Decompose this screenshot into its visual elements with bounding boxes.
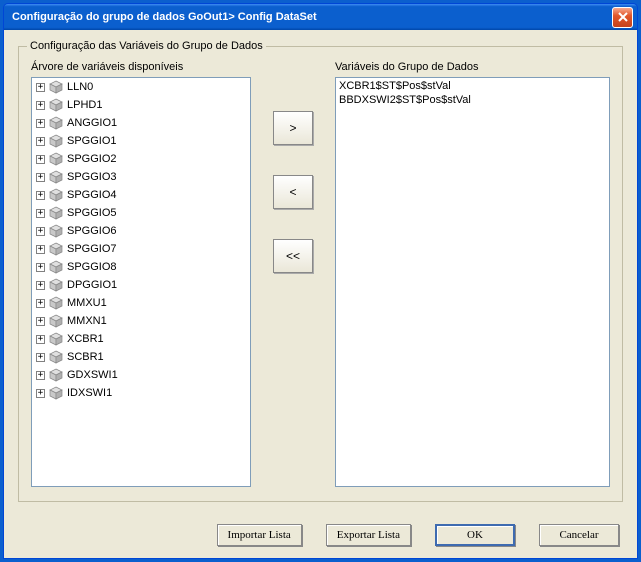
- tree-item-label: SPGGIO4: [67, 189, 117, 201]
- remove-button[interactable]: <: [273, 175, 313, 209]
- export-button[interactable]: Exportar Lista: [326, 524, 411, 546]
- cube-icon: [49, 80, 63, 94]
- tree-item-label: DPGGIO1: [67, 279, 117, 291]
- tree-item[interactable]: + SPGGIO2: [32, 150, 250, 168]
- cube-icon: [49, 296, 63, 310]
- remove-all-button[interactable]: <<: [273, 239, 313, 273]
- cube-icon: [49, 242, 63, 256]
- expand-icon[interactable]: +: [36, 173, 45, 182]
- expand-icon[interactable]: +: [36, 281, 45, 290]
- expand-icon[interactable]: +: [36, 191, 45, 200]
- window-title: Configuração do grupo de dados GoOut1> C…: [12, 11, 612, 23]
- available-column: Árvore de variáveis disponíveis + LLN0 + LP…: [31, 61, 251, 487]
- selected-list[interactable]: XCBR1$ST$Pos$stValBBDXSWI2$ST$Pos$stVal: [335, 77, 610, 487]
- tree-item-label: SPGGIO1: [67, 135, 117, 147]
- add-button[interactable]: >: [273, 111, 313, 145]
- titlebar: Configuração do grupo de dados GoOut1> C…: [4, 4, 637, 30]
- expand-icon[interactable]: +: [36, 389, 45, 398]
- expand-icon[interactable]: +: [36, 263, 45, 272]
- tree-item-label: SPGGIO6: [67, 225, 117, 237]
- list-item[interactable]: BBDXSWI2$ST$Pos$stVal: [339, 93, 606, 107]
- cube-icon: [49, 98, 63, 112]
- tree-item-label: SPGGIO7: [67, 243, 117, 255]
- cube-icon: [49, 170, 63, 184]
- tree-item[interactable]: + SPGGIO1: [32, 132, 250, 150]
- expand-icon[interactable]: +: [36, 137, 45, 146]
- close-button[interactable]: [612, 7, 633, 28]
- cube-icon: [49, 206, 63, 220]
- expand-icon[interactable]: +: [36, 155, 45, 164]
- columns: Árvore de variáveis disponíveis + LLN0 + LP…: [31, 61, 610, 487]
- tree-item-label: SCBR1: [67, 351, 104, 363]
- list-item[interactable]: XCBR1$ST$Pos$stVal: [339, 79, 606, 93]
- selected-column: Variáveis do Grupo de Dados XCBR1$ST$Pos…: [335, 61, 610, 487]
- cube-icon: [49, 368, 63, 382]
- tree-item[interactable]: + XCBR1: [32, 330, 250, 348]
- cancel-button[interactable]: Cancelar: [539, 524, 619, 546]
- ok-button[interactable]: OK: [435, 524, 515, 546]
- cube-icon: [49, 152, 63, 166]
- tree-item[interactable]: + SPGGIO6: [32, 222, 250, 240]
- expand-icon[interactable]: +: [36, 371, 45, 380]
- import-button[interactable]: Importar Lista: [217, 524, 302, 546]
- tree-item[interactable]: + DPGGIO1: [32, 276, 250, 294]
- tree-item-label: ANGGIO1: [67, 117, 117, 129]
- tree-item[interactable]: + LLN0: [32, 78, 250, 96]
- window: Configuração do grupo de dados GoOut1> C…: [3, 3, 638, 559]
- tree-item[interactable]: + SPGGIO5: [32, 204, 250, 222]
- tree-item[interactable]: + SPGGIO8: [32, 258, 250, 276]
- tree-item[interactable]: + GDXSWI1: [32, 366, 250, 384]
- cube-icon: [49, 260, 63, 274]
- tree-item-label: GDXSWI1: [67, 369, 118, 381]
- expand-icon[interactable]: +: [36, 335, 45, 344]
- cube-icon: [49, 350, 63, 364]
- cube-icon: [49, 386, 63, 400]
- expand-icon[interactable]: +: [36, 353, 45, 362]
- selected-label: Variáveis do Grupo de Dados: [335, 61, 610, 73]
- tree-item-label: LLN0: [67, 81, 93, 93]
- cube-icon: [49, 116, 63, 130]
- transfer-buttons: > < <<: [263, 61, 323, 487]
- tree-item-label: XCBR1: [67, 333, 104, 345]
- tree-item[interactable]: + SPGGIO3: [32, 168, 250, 186]
- cube-icon: [49, 188, 63, 202]
- tree-item-label: LPHD1: [67, 99, 102, 111]
- tree-item[interactable]: + SCBR1: [32, 348, 250, 366]
- tree-item[interactable]: + MMXN1: [32, 312, 250, 330]
- expand-icon[interactable]: +: [36, 317, 45, 326]
- tree-item[interactable]: + SPGGIO7: [32, 240, 250, 258]
- expand-icon[interactable]: +: [36, 245, 45, 254]
- available-label: Árvore de variáveis disponíveis: [31, 61, 251, 73]
- tree-item[interactable]: + MMXU1: [32, 294, 250, 312]
- tree-item-label: MMXN1: [67, 315, 107, 327]
- expand-icon[interactable]: +: [36, 83, 45, 92]
- groupbox-legend: Configuração das Variáveis do Grupo de D…: [27, 40, 266, 52]
- expand-icon[interactable]: +: [36, 299, 45, 308]
- client-area: Configuração das Variáveis do Grupo de D…: [4, 30, 637, 558]
- expand-icon[interactable]: +: [36, 209, 45, 218]
- close-icon: [618, 10, 628, 25]
- tree-item[interactable]: + ANGGIO1: [32, 114, 250, 132]
- cube-icon: [49, 278, 63, 292]
- config-groupbox: Configuração das Variáveis do Grupo de D…: [18, 46, 623, 502]
- expand-icon[interactable]: +: [36, 101, 45, 110]
- cube-icon: [49, 314, 63, 328]
- cube-icon: [49, 134, 63, 148]
- tree-item[interactable]: + SPGGIO4: [32, 186, 250, 204]
- tree-item-label: MMXU1: [67, 297, 107, 309]
- expand-icon[interactable]: +: [36, 119, 45, 128]
- tree-item[interactable]: + LPHD1: [32, 96, 250, 114]
- cube-icon: [49, 224, 63, 238]
- bottom-buttons: Importar Lista Exportar Lista OK Cancela…: [18, 502, 623, 546]
- tree-item-label: IDXSWI1: [67, 387, 112, 399]
- cube-icon: [49, 332, 63, 346]
- tree-item-label: SPGGIO2: [67, 153, 117, 165]
- tree-item-label: SPGGIO8: [67, 261, 117, 273]
- available-tree[interactable]: + LLN0 + LPHD1 + ANGGIO1 + SPGGIO1 + SPGGIO2 + SPGG…: [31, 77, 251, 487]
- expand-icon[interactable]: +: [36, 227, 45, 236]
- tree-item-label: SPGGIO3: [67, 171, 117, 183]
- tree-item[interactable]: + IDXSWI1: [32, 384, 250, 402]
- tree-item-label: SPGGIO5: [67, 207, 117, 219]
